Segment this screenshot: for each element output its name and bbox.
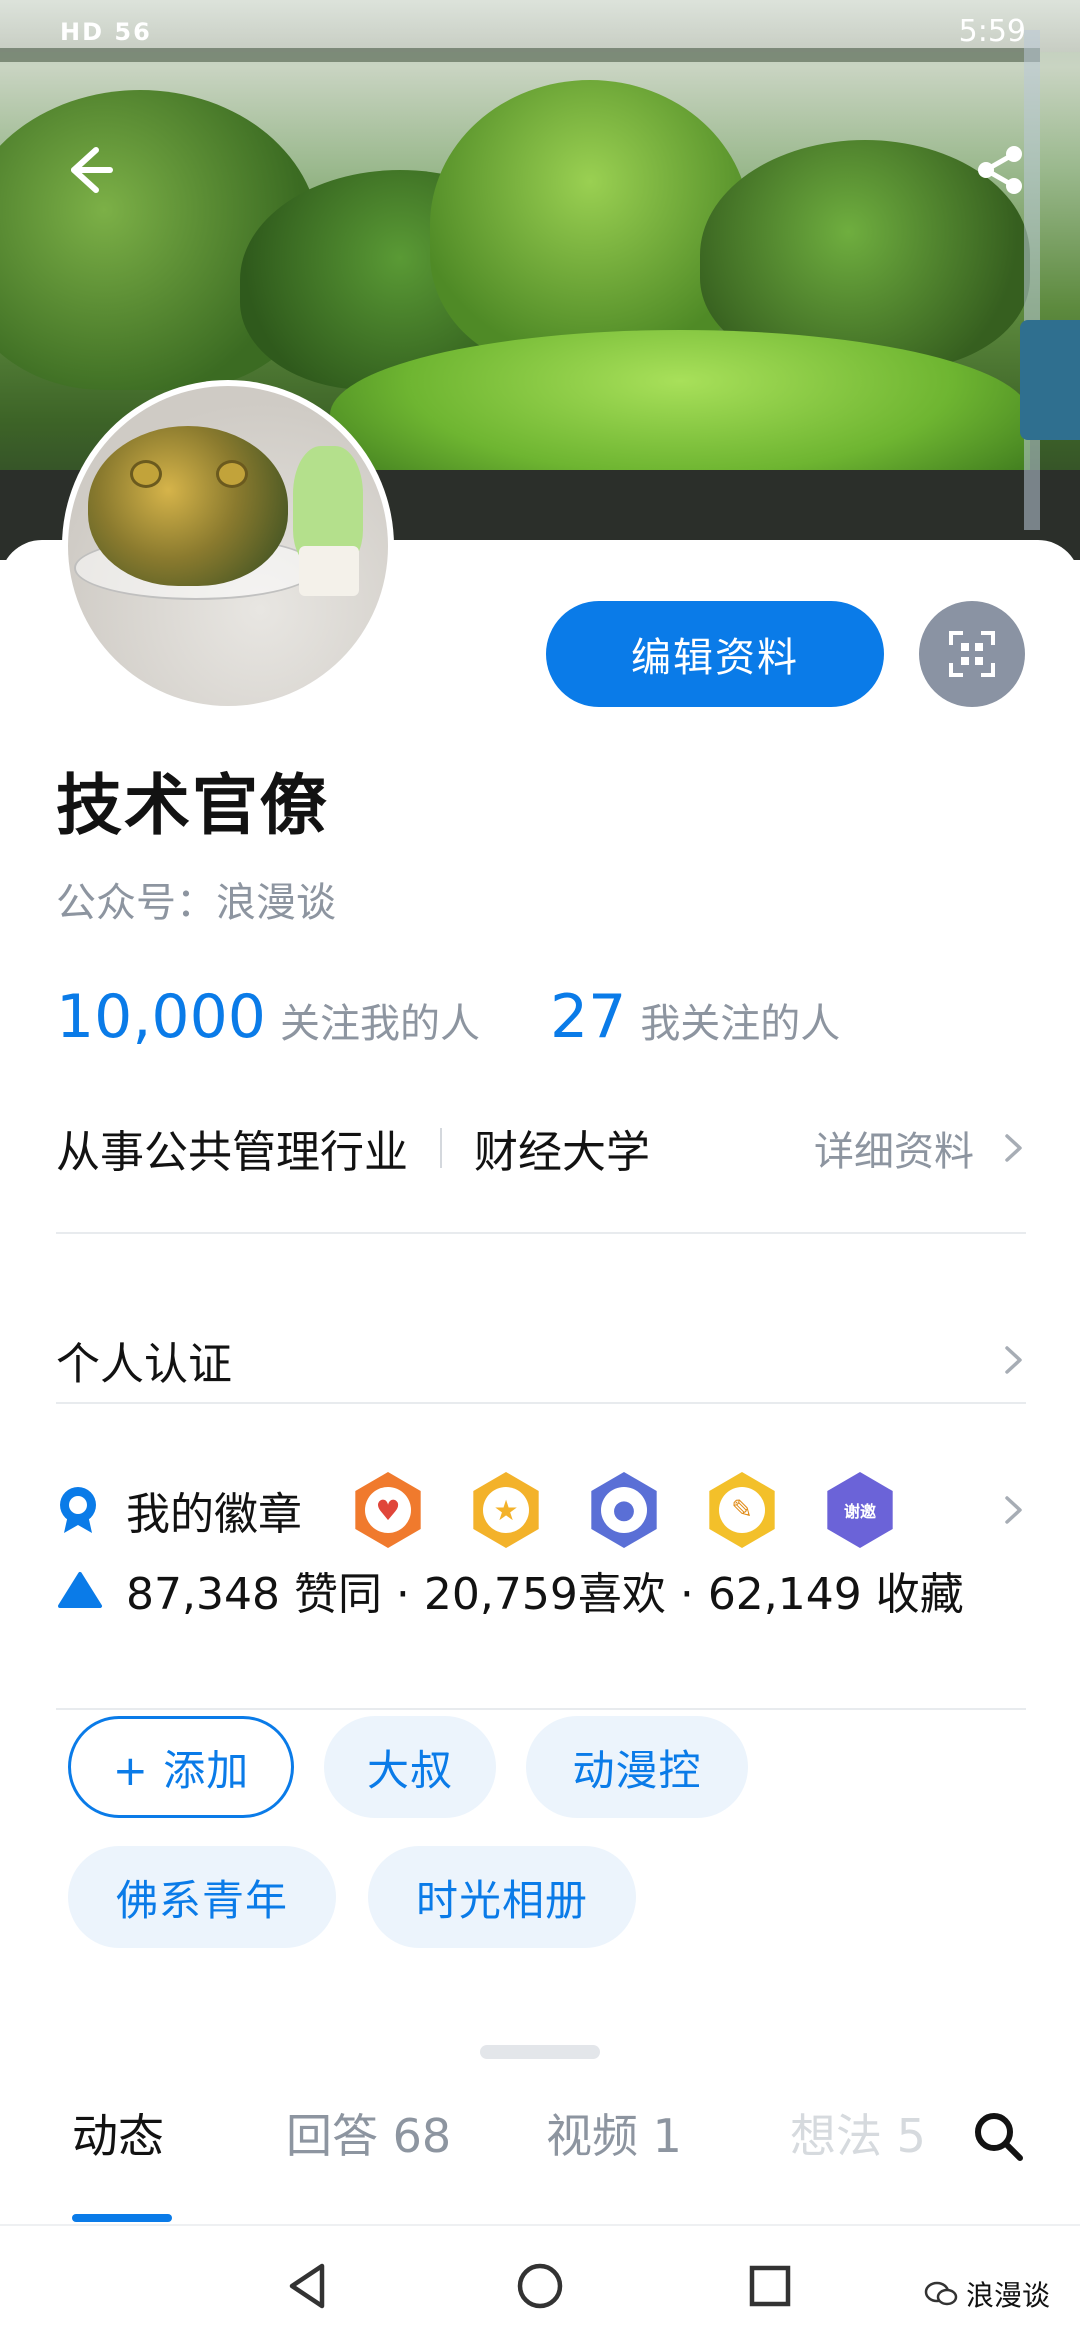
share-button[interactable] (970, 140, 1030, 200)
badge-thanks-text: 谢邀 (843, 1502, 876, 1521)
tag-chip[interactable]: 动漫控 (526, 1716, 748, 1818)
profile-name: 技术官僚 (56, 767, 328, 844)
badge-star-icon[interactable]: ★ (468, 1472, 544, 1548)
followers-label[interactable]: 关注我的人 (280, 991, 480, 1049)
back-button[interactable] (60, 140, 120, 200)
share-icon (978, 146, 1022, 194)
add-tag-button[interactable]: + 添加 (68, 1716, 294, 1818)
search-icon (975, 2113, 1023, 2161)
chevron-right-icon (1005, 1134, 1022, 1162)
following-count[interactable]: 27 (550, 982, 626, 1052)
system-navigation-bar: 浪漫谈 (0, 2230, 1080, 2340)
nav-home-icon[interactable] (510, 2256, 570, 2316)
industry-text: 从事公共管理行业 (56, 1127, 408, 1178)
upvote-icon (58, 1572, 102, 1608)
detail-link[interactable]: 详细资料 (814, 1119, 974, 1177)
drag-handle[interactable] (480, 2045, 600, 2059)
school-text: 财经大学 (474, 1127, 650, 1178)
org-prefix: 公众号： (56, 880, 216, 926)
personal-auth-row[interactable]: 个人认证 (56, 1310, 1026, 1410)
divider (56, 1708, 1026, 1710)
tab-thoughts[interactable]: 想法 5 (790, 2100, 926, 2166)
badge-list: ♥ ★ ● ✎ 谢邀 (350, 1472, 898, 1548)
avatar[interactable] (62, 380, 394, 712)
watermark-text: 浪漫谈 (965, 2279, 1050, 2312)
tab-videos[interactable]: 视频 1 (546, 2100, 682, 2166)
tab-answers[interactable]: 回答 68 (286, 2100, 451, 2166)
chevron-right-icon (1005, 1346, 1022, 1374)
content-tabs: 动态 回答 68 视频 1 想法 5 (0, 2100, 1080, 2210)
stats-text: 87,348 赞同 · 20,759喜欢 · 62,149 收藏 (126, 1569, 964, 1620)
following-label[interactable]: 我关注的人 (640, 991, 840, 1049)
divider (0, 2224, 1080, 2226)
qr-code-button[interactable] (919, 601, 1025, 707)
profile-card: 编辑资料 技术官僚 公众号：浪漫谈 10,000 关注我的人 27 我关注的人 … (0, 540, 1080, 2340)
divider (56, 1232, 1026, 1234)
badge-heart-icon[interactable]: ♥ (350, 1472, 426, 1548)
personal-auth-label: 个人认证 (56, 1339, 232, 1390)
divider (56, 1402, 1026, 1404)
tab-activity[interactable]: 动态 (72, 2100, 164, 2166)
qr-code-icon (949, 631, 995, 677)
tag-chip[interactable]: 佛系青年 (68, 1846, 336, 1948)
stats-row: 87,348 赞同 · 20,759喜欢 · 62,149 收藏 (56, 1550, 1026, 1630)
nav-recents-icon[interactable] (740, 2256, 800, 2316)
followers-count[interactable]: 10,000 (56, 982, 266, 1052)
separator (440, 1128, 442, 1168)
badge-bear-icon[interactable]: ● (586, 1472, 662, 1548)
chevron-right-icon (1005, 1496, 1022, 1524)
tag-chip[interactable]: 时光相册 (368, 1846, 636, 1948)
nav-back-icon[interactable] (278, 2256, 338, 2316)
status-bar: HD 56 5:59 (0, 0, 1080, 72)
signal-indicator: HD 56 (60, 18, 152, 46)
medal-icon (60, 1487, 96, 1533)
badges-row[interactable]: 我的徽章 ♥ ★ ● ✎ 谢邀 (56, 1460, 1026, 1560)
status-time: 5:59 (958, 14, 1026, 49)
badge-pen-icon[interactable]: ✎ (704, 1472, 780, 1548)
follow-stats: 10,000 关注我的人 27 我关注的人 (56, 982, 840, 1052)
profile-org: 公众号：浪漫谈 (56, 870, 336, 928)
watermark: 浪漫谈 (924, 2274, 1050, 2314)
badge-thanks-icon[interactable]: 谢邀 (822, 1472, 898, 1548)
org-name: 浪漫谈 (216, 880, 336, 926)
profile-info-row[interactable]: 从事公共管理行业 财经大学 详细资料 (56, 1098, 1026, 1198)
search-button[interactable] (970, 2108, 1026, 2164)
tag-chip[interactable]: 大叔 (324, 1716, 496, 1818)
active-tab-indicator (72, 2214, 172, 2222)
badges-label: 我的徽章 (126, 1489, 302, 1540)
arrow-left-icon (71, 147, 113, 193)
edit-profile-button[interactable]: 编辑资料 (546, 601, 884, 707)
wechat-icon (924, 2281, 958, 2306)
